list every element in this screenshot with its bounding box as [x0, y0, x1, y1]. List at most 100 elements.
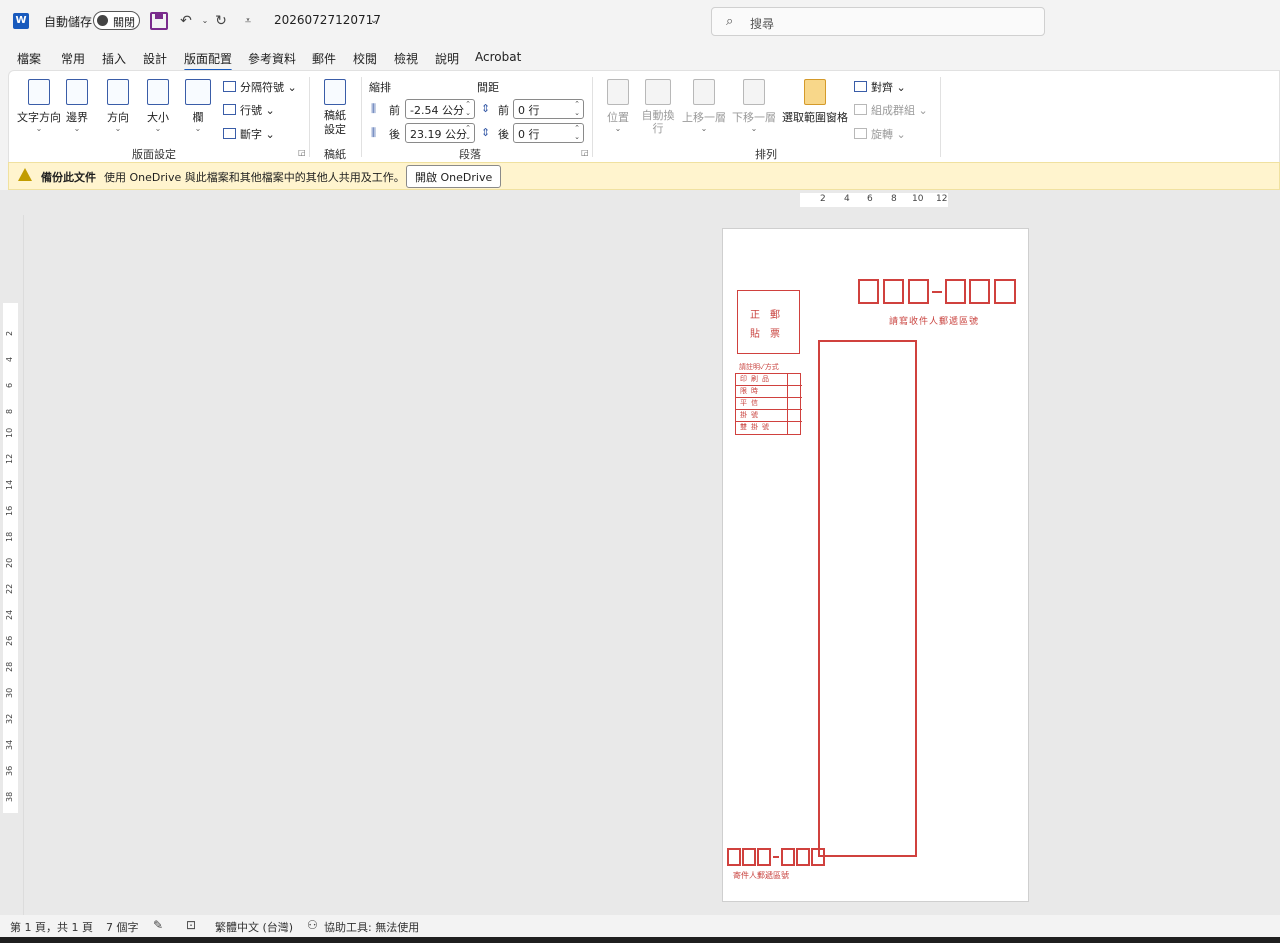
ruler-tick-label: 2 [820, 194, 826, 204]
bring-forward-label: 上移一層 [682, 111, 726, 124]
search-icon: ⌕ [726, 14, 734, 29]
columns-icon [185, 79, 211, 105]
tab-file[interactable]: 檔案 [17, 50, 41, 67]
rotate-button[interactable]: 旋轉 ⌄ [854, 126, 906, 142]
ruler-tick-label: 10 [5, 427, 14, 438]
arrange-group-label: 排列 [755, 148, 777, 161]
text-direction-button[interactable]: 文字方向 ⌄ [17, 79, 61, 133]
text-direction-label: 文字方向 [17, 111, 61, 124]
wrap-text-label: 自動換行 [641, 109, 675, 135]
save-icon[interactable] [150, 12, 168, 30]
columns-button[interactable]: 欄 ⌄ [183, 79, 213, 133]
wrap-text-button[interactable]: 自動換行 [639, 79, 677, 135]
send-backward-button[interactable]: 下移一層 ⌄ [731, 79, 777, 133]
chevron-down-icon: ⌄ [73, 124, 81, 133]
open-onedrive-button[interactable]: 開啟 OneDrive [406, 165, 502, 188]
chevron-down-icon: ⌄ [700, 124, 708, 133]
sender-zip-box [757, 848, 771, 866]
ruler-tick-label: 12 [5, 453, 14, 464]
spinner-arrows-icon[interactable]: ⌃ ⌄ [465, 100, 471, 118]
breaks-button[interactable]: 分隔符號 ⌄ [223, 79, 297, 95]
align-button[interactable]: 對齊 ⌄ [854, 79, 906, 95]
paragraph-launcher-icon[interactable]: ◲ [581, 148, 589, 157]
spacing-before-value: 0 行 [518, 104, 540, 117]
recipient-address-box [818, 340, 917, 857]
accessibility-status[interactable]: 協助工具: 無法使用 [324, 919, 419, 935]
ruler-tick-label: 14 [5, 479, 14, 490]
mail-type-caption: 請註明✓方式 [739, 363, 779, 371]
tab-insert[interactable]: 插入 [102, 50, 126, 67]
line-numbers-button[interactable]: 行號 ⌄ [223, 102, 275, 118]
size-button[interactable]: 大小 ⌄ [143, 79, 173, 133]
margins-icon [66, 79, 88, 105]
mail-type-row: 限時 [736, 386, 802, 398]
position-icon [607, 79, 629, 105]
selection-pane-icon [804, 79, 826, 105]
title-chevron-down-icon[interactable]: ⌄ [364, 11, 384, 31]
ruler-tick-label: 38 [5, 791, 14, 802]
bring-forward-button[interactable]: 上移一層 ⌄ [681, 79, 727, 133]
tab-view[interactable]: 檢視 [394, 50, 418, 67]
tab-references[interactable]: 參考資料 [248, 50, 296, 67]
ruler-tick-label: 8 [891, 194, 897, 204]
align-icon [854, 81, 867, 92]
indent-before-value: -2.54 公分 [410, 104, 464, 117]
tab-help[interactable]: 說明 [435, 50, 459, 67]
recipient-zip-box [945, 279, 966, 304]
proofing-icon[interactable]: ✎ [153, 918, 163, 932]
vertical-ruler[interactable]: 2 4 6 8 10 12 14 16 18 20 22 24 26 28 30… [3, 303, 18, 813]
customize-toolbar-icon[interactable]: ⩡ [238, 11, 258, 31]
chevron-down-icon: ⌄ [614, 124, 622, 133]
ribbon-tabs: 檔案 常用 插入 設計 版面配置 參考資料 郵件 校閱 檢視 說明 Acroba… [0, 44, 1280, 72]
size-icon [147, 79, 169, 105]
position-button[interactable]: 位置 ⌄ [603, 79, 633, 133]
manuscript-settings-button[interactable]: 稿紙設定 [319, 79, 351, 137]
autosave-toggle[interactable]: 關閉 [93, 11, 140, 30]
mail-type-row: 掛號 [736, 410, 802, 422]
toggle-knob-icon [97, 15, 108, 26]
margins-label: 邊界 [66, 111, 88, 124]
group-button[interactable]: 組成群組 ⌄ [854, 102, 928, 118]
stamp-box: 正 郵 貼 票 [737, 290, 800, 354]
text-predictions-icon[interactable]: ⊡ [186, 918, 196, 932]
selection-pane-button[interactable]: 選取範圍窗格 [781, 79, 849, 125]
recipient-zip-box [858, 279, 879, 304]
spacing-before-input[interactable]: 0 行 ⌃ ⌄ [513, 99, 584, 119]
recipient-zip-box [908, 279, 929, 304]
recipient-zip-caption: 請寫收件人郵遞區號 [889, 317, 980, 327]
spinner-arrows-icon[interactable]: ⌃ ⌄ [574, 100, 580, 118]
horizontal-ruler[interactable]: 2 4 6 8 10 12 [800, 193, 948, 207]
autosave-toggle-label: 關閉 [113, 16, 135, 29]
tab-home[interactable]: 常用 [61, 50, 85, 67]
tab-design[interactable]: 設計 [143, 50, 167, 67]
mail-type-table: 印刷品 限時 平信 掛號 雙掛號 [735, 373, 802, 435]
spacing-after-input[interactable]: 0 行 ⌃ ⌄ [513, 123, 584, 143]
hyphenation-button[interactable]: 斷字 ⌄ [223, 126, 275, 142]
word-count[interactable]: 7 個字 [106, 919, 139, 935]
ruler-tick-label: 36 [5, 765, 14, 776]
tab-review[interactable]: 校閱 [353, 50, 377, 67]
indent-before-label: 前 [389, 104, 400, 117]
tab-acrobat[interactable]: Acrobat [475, 50, 521, 64]
page-count[interactable]: 第 1 頁，共 1 頁 [10, 919, 93, 935]
tab-layout[interactable]: 版面配置 [184, 50, 233, 72]
spacing-after-icon: ⇕ [481, 126, 491, 139]
orientation-button[interactable]: 方向 ⌄ [103, 79, 133, 133]
page-setup-launcher-icon[interactable]: ◲ [298, 148, 306, 157]
search-box[interactable]: ⌕ 搜尋 [711, 7, 1045, 36]
spacing-before-label: 前 [498, 104, 509, 117]
document-page[interactable]: 請寫收件人郵遞區號 正 郵 貼 票 請註明✓方式 印刷品 限時 平信 掛號 雙掛… [722, 228, 1029, 902]
undo-icon[interactable]: ↶ [176, 11, 196, 31]
tab-mailings[interactable]: 郵件 [312, 50, 336, 67]
line-numbers-icon [223, 104, 236, 115]
mail-type-row: 印刷品 [736, 374, 802, 386]
redo-icon[interactable]: ↻ [211, 11, 231, 31]
margins-button[interactable]: 邊界 ⌄ [63, 79, 91, 133]
bring-forward-icon [693, 79, 715, 105]
ruler-tick-label: 6 [867, 194, 873, 204]
spinner-arrows-icon[interactable]: ⌃ ⌄ [465, 124, 471, 142]
indent-after-input[interactable]: 23.19 公分 ⌃ ⌄ [405, 123, 475, 143]
indent-before-input[interactable]: -2.54 公分 ⌃ ⌄ [405, 99, 475, 119]
language-indicator[interactable]: 繁體中文 (台灣) [215, 919, 293, 935]
spinner-arrows-icon[interactable]: ⌃ ⌄ [574, 124, 580, 142]
